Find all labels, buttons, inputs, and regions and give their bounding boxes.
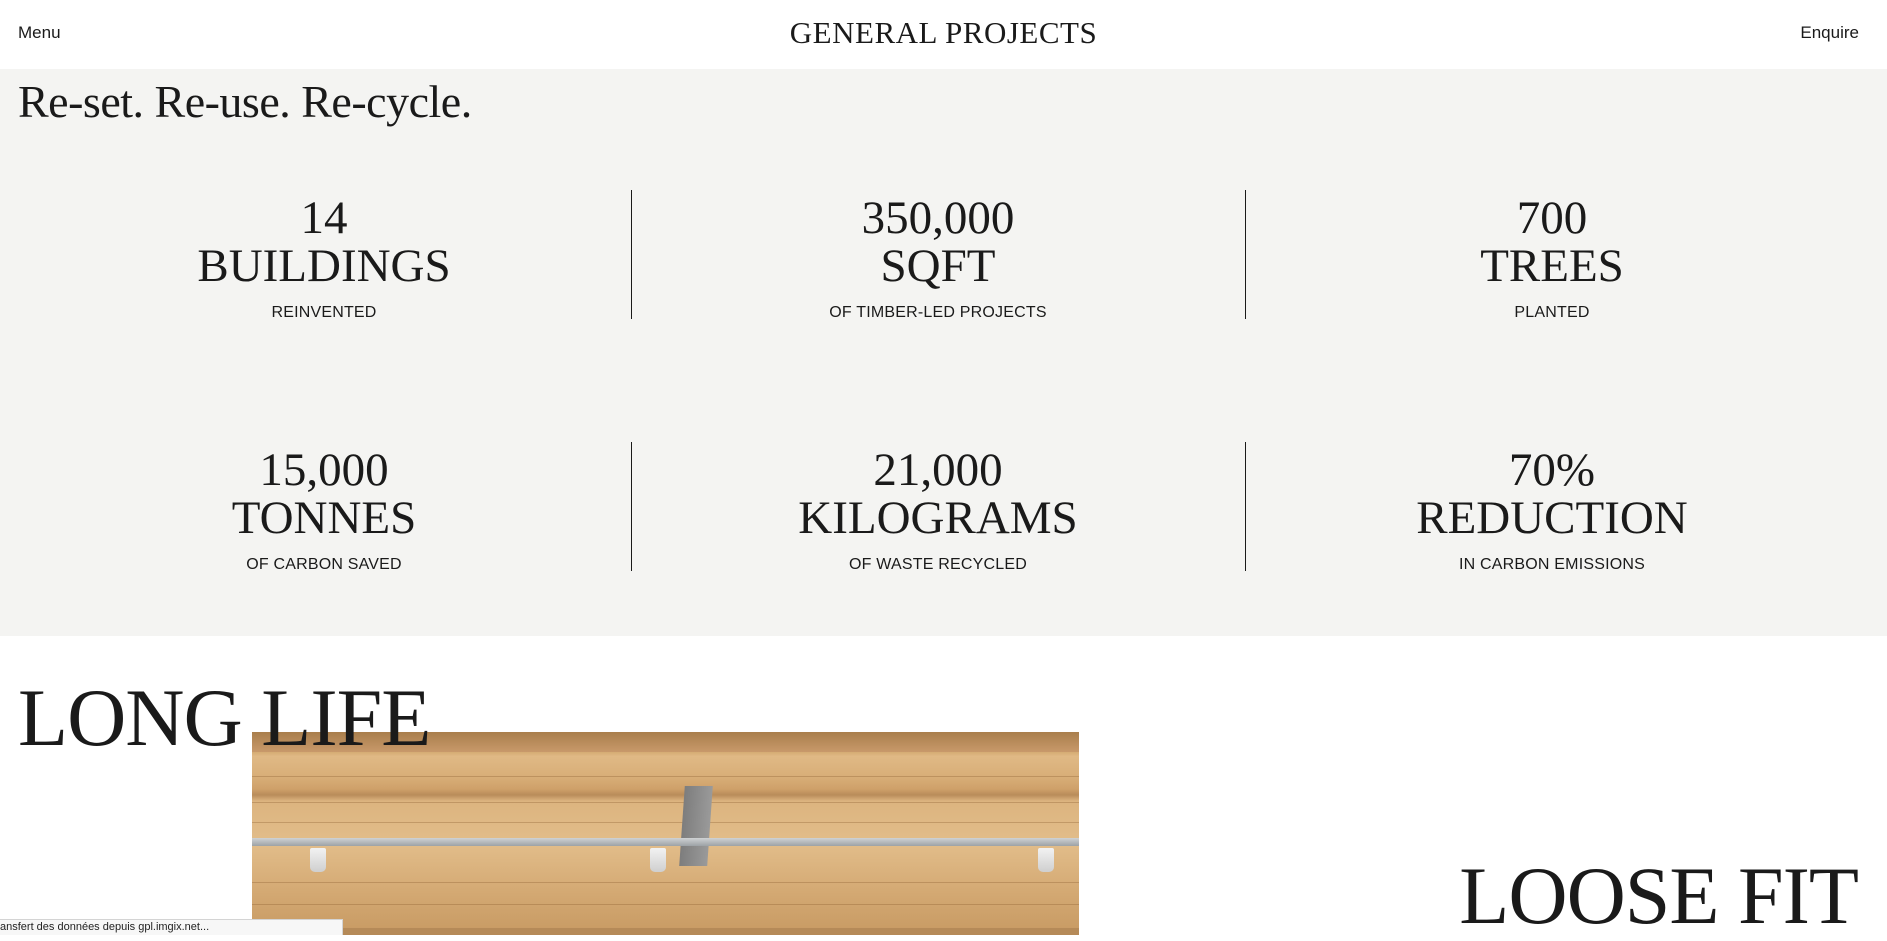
timber-beam	[252, 928, 1079, 935]
wood-grain-line	[252, 776, 1079, 777]
stats-row-1: 14 BUILDINGS REINVENTED 350,000 SQFT OF …	[0, 190, 1887, 321]
stats-headline: Re-set. Re-use. Re-cycle.	[18, 76, 472, 127]
stat-card: 700 TREES PLANTED	[1245, 190, 1859, 321]
lighting-track	[252, 838, 1079, 846]
wood-grain-line	[252, 904, 1079, 905]
stat-number: 700	[1516, 192, 1588, 244]
stats-row-2: 15,000 TONNES OF CARBON SAVED 21,000 KIL…	[0, 442, 1887, 573]
long-life-heading: LONG LIFE	[18, 672, 431, 763]
stat-caption: OF CARBON SAVED	[246, 556, 402, 573]
stat-number: 15,000	[259, 444, 389, 496]
stat-card: 15,000 TONNES OF CARBON SAVED	[17, 442, 631, 573]
browser-status-bar: ansfert des données depuis gpl.imgix.net…	[0, 919, 343, 935]
site-header: Menu GENERAL PROJECTS Enquire	[0, 0, 1887, 69]
wood-grain-line	[252, 802, 1079, 803]
stat-unit: SQFT	[880, 240, 996, 292]
stat-number: 70%	[1508, 444, 1596, 496]
stat-card: 70% REDUCTION IN CARBON EMISSIONS	[1245, 442, 1859, 573]
stat-caption: OF WASTE RECYCLED	[849, 556, 1027, 573]
stat-unit: REDUCTION	[1416, 492, 1688, 544]
loose-fit-heading: LOOSE FIT	[1459, 850, 1859, 941]
wood-grain-line	[252, 822, 1079, 823]
spotlight-icon	[650, 848, 666, 872]
stat-number: 14	[300, 192, 348, 244]
spotlight-icon	[310, 848, 326, 872]
wood-grain-line	[252, 882, 1079, 883]
stat-card: 21,000 KILOGRAMS OF WASTE RECYCLED	[631, 442, 1245, 573]
enquire-button[interactable]: Enquire	[1800, 23, 1859, 43]
stat-unit: KILOGRAMS	[798, 492, 1078, 544]
stat-unit: TONNES	[231, 492, 417, 544]
stat-number: 350,000	[861, 192, 1015, 244]
site-logo[interactable]: GENERAL PROJECTS	[0, 15, 1887, 51]
stat-card: 350,000 SQFT OF TIMBER-LED PROJECTS	[631, 190, 1245, 321]
stat-number: 21,000	[873, 444, 1003, 496]
stat-unit: BUILDINGS	[197, 240, 451, 292]
stat-caption: IN CARBON EMISSIONS	[1458, 556, 1646, 573]
stat-caption: OF TIMBER-LED PROJECTS	[829, 304, 1047, 321]
stat-card: 14 BUILDINGS REINVENTED	[17, 190, 631, 321]
stat-caption: PLANTED	[1514, 304, 1590, 321]
metal-bracket	[679, 786, 713, 866]
stat-unit: TREES	[1480, 240, 1624, 292]
stats-section: Re-set. Re-use. Re-cycle. 14 BUILDINGS R…	[0, 69, 1887, 636]
stat-caption: REINVENTED	[271, 304, 377, 321]
spotlight-icon	[1038, 848, 1054, 872]
